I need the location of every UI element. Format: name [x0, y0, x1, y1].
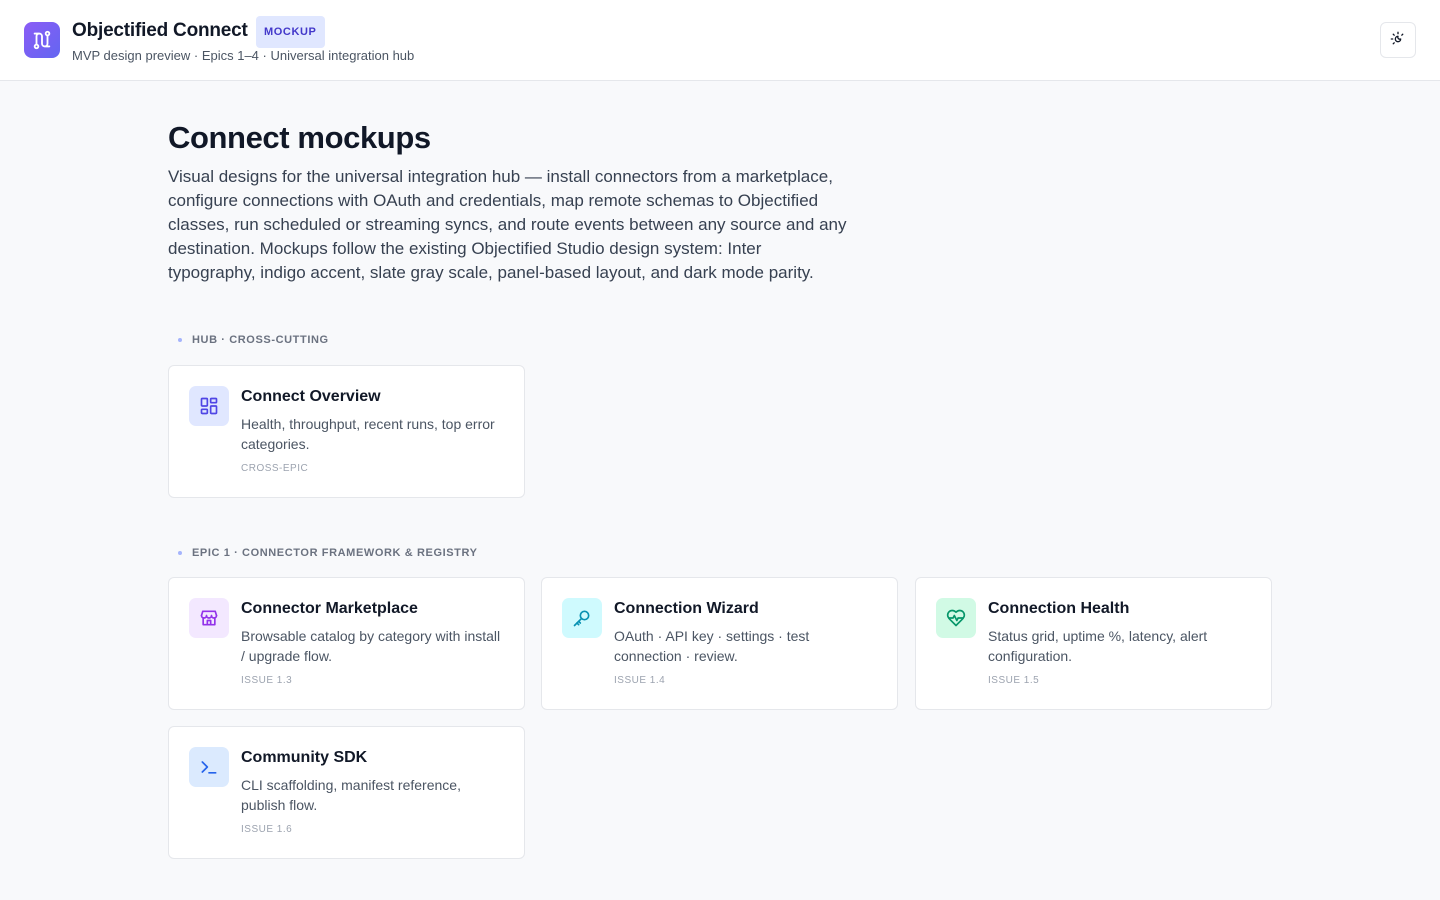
card-tag: ISSUE 1.4 [614, 675, 666, 686]
theme-toggle-icon [1390, 31, 1406, 50]
heart-pulse-icon [936, 598, 976, 638]
theme-toggle-button[interactable] [1380, 22, 1416, 58]
card-tag: ISSUE 1.6 [241, 824, 293, 835]
section-label-hub: HUB · CROSS-CUTTING [178, 334, 329, 346]
key-icon [562, 598, 602, 638]
card-description: Status grid, uptime %, latency, alert co… [988, 628, 1208, 664]
card-connection-health[interactable]: Connection Health Status grid, uptime %,… [915, 577, 1272, 710]
store-icon [189, 598, 229, 638]
card-title: Connection Health [988, 600, 1130, 617]
card-description: CLI scaffolding, manifest reference, pub… [241, 777, 461, 813]
section-label-epic-1: EPIC 1 · CONNECTOR FRAMEWORK & REGISTRY [178, 547, 478, 559]
terminal-icon [189, 747, 229, 787]
section-dot [178, 551, 182, 555]
card-description: Health, throughput, recent runs, top err… [241, 416, 495, 452]
mockup-badge: MOCKUP [256, 16, 325, 48]
card-connector-marketplace[interactable]: Connector Marketplace Browsable catalog … [168, 577, 525, 710]
card-tag: ISSUE 1.3 [241, 675, 293, 686]
app-title: Objectified Connect [72, 20, 248, 41]
card-title: Connect Overview [241, 388, 381, 405]
top-bar: Objectified Connect MOCKUP MVP design pr… [0, 0, 1440, 81]
page-description: Visual designs for the universal integra… [168, 167, 847, 282]
card-connection-wizard[interactable]: Connection Wizard OAuth · API key · sett… [541, 577, 898, 710]
card-description: OAuth · API key · settings · test connec… [614, 628, 810, 664]
card-title: Community SDK [241, 749, 368, 766]
card-community-sdk[interactable]: Community SDK CLI scaffolding, manifest … [168, 726, 525, 859]
card-tag: CROSS-EPIC [241, 463, 309, 474]
dashboard-grid-icon [189, 386, 229, 426]
card-title: Connector Marketplace [241, 600, 418, 617]
section-label-text: EPIC 1 · CONNECTOR FRAMEWORK & REGISTRY [192, 547, 478, 559]
card-connect-overview[interactable]: Connect Overview Health, throughput, rec… [168, 365, 525, 498]
card-description: Browsable catalog by category with insta… [241, 628, 501, 664]
section-label-text: HUB · CROSS-CUTTING [192, 334, 329, 346]
app-subtitle: MVP design preview · Epics 1–4 · Univers… [72, 48, 415, 63]
route-icon[interactable] [24, 22, 60, 58]
card-tag: ISSUE 1.5 [988, 675, 1040, 686]
card-title: Connection Wizard [614, 600, 759, 617]
section-dot [178, 338, 182, 342]
page-title: Connect mockups [168, 120, 431, 155]
